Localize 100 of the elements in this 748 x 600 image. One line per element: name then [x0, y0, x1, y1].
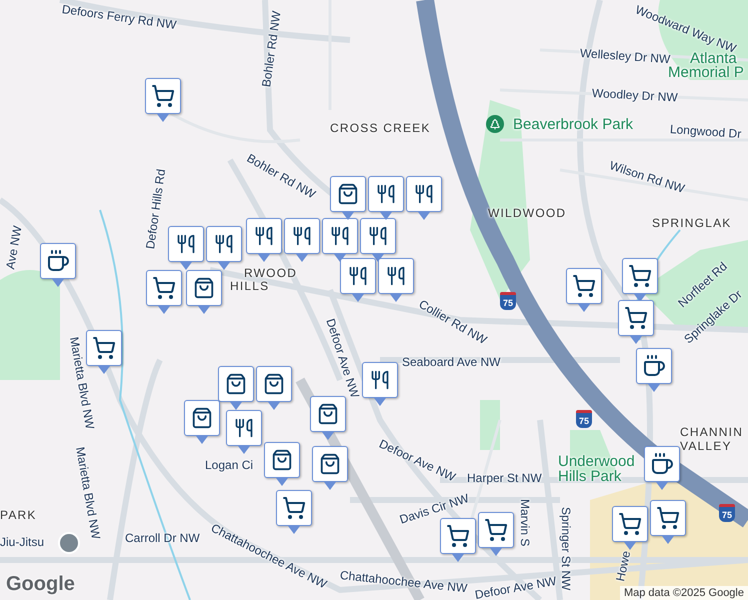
- cart-marker[interactable]: [145, 78, 181, 122]
- shopping-bag-icon: [225, 372, 247, 396]
- neighborhood-label: CHANNIN: [680, 425, 744, 439]
- cup-icon: [650, 452, 674, 476]
- shopping-bag-marker[interactable]: [264, 442, 300, 486]
- fork-knife-marker[interactable]: [246, 218, 282, 262]
- fork-knife-marker[interactable]: [206, 226, 242, 270]
- cart-marker[interactable]: [146, 270, 182, 314]
- cart-marker[interactable]: [440, 518, 476, 562]
- fork-knife-icon: [376, 183, 396, 205]
- shopping-bag-marker[interactable]: [184, 400, 220, 444]
- fork-knife-marker[interactable]: [406, 176, 442, 220]
- fork-knife-marker[interactable]: [362, 362, 398, 406]
- fork-knife-marker[interactable]: [168, 226, 204, 270]
- park-label: Hills Park: [558, 468, 622, 485]
- fork-knife-marker[interactable]: [226, 410, 262, 454]
- cart-icon: [624, 306, 648, 330]
- shopping-bag-icon: [271, 448, 293, 472]
- cart-marker[interactable]: [612, 506, 648, 550]
- fork-knife-icon: [330, 225, 350, 247]
- park-label: Beaverbrook Park: [513, 116, 634, 133]
- cup-icon: [46, 249, 70, 273]
- shopping-bag-icon: [317, 402, 339, 426]
- neighborhood-label: SPRINGLAK: [652, 216, 732, 230]
- fork-knife-icon: [370, 369, 390, 391]
- shopping-bag-icon: [337, 182, 359, 206]
- cart-icon: [151, 84, 175, 108]
- street-label: Harper St NW: [467, 471, 542, 485]
- cart-icon: [446, 524, 470, 548]
- fork-knife-icon: [254, 225, 274, 247]
- cart-icon: [484, 518, 508, 542]
- shopping-bag-marker[interactable]: [330, 176, 366, 220]
- street-label: Defoor Hills Rd: [143, 168, 168, 250]
- neighborhood-label: RWOOD: [244, 266, 298, 280]
- neighborhood-label: WILDWOOD: [488, 206, 566, 220]
- cup-icon: [642, 354, 666, 378]
- street-label: Chattahoochee Ave NW: [339, 568, 468, 596]
- cart-marker[interactable]: [650, 500, 686, 544]
- map-logo: Google: [6, 573, 75, 596]
- cart-icon: [282, 496, 306, 520]
- cart-marker[interactable]: [86, 330, 122, 374]
- street-label: Wellesley Dr NW: [580, 46, 671, 66]
- fork-knife-icon: [234, 417, 254, 439]
- cart-icon: [656, 506, 680, 530]
- street-label: Woodley Dr NW: [592, 86, 678, 104]
- shopping-bag-marker[interactable]: [310, 396, 346, 440]
- fork-knife-marker[interactable]: [284, 218, 320, 262]
- neighborhood-label: VALLEY: [680, 439, 732, 453]
- street-label: Defoors Ferry Rd NW: [61, 2, 178, 32]
- cup-marker[interactable]: [644, 446, 680, 490]
- cart-icon: [618, 512, 642, 536]
- park-label: Underwood: [558, 453, 635, 470]
- fork-knife-marker[interactable]: [340, 258, 376, 302]
- neighborhood-label: CROSS CREEK: [330, 121, 431, 135]
- shopping-bag-icon: [319, 452, 341, 476]
- street-label: Ave NW: [3, 224, 24, 270]
- neighborhood-label: PARK: [0, 508, 37, 522]
- neighborhood-label: HILLS: [230, 279, 270, 293]
- map-attribution: Map data ©2025 Google: [620, 586, 748, 600]
- street-label: Bohler Rd NW: [259, 10, 284, 88]
- street-label: Wilson Rd NW: [608, 158, 686, 196]
- cart-icon: [92, 336, 116, 360]
- street-label: Defoor Ave NW: [323, 316, 362, 400]
- shopping-bag-marker[interactable]: [256, 366, 292, 410]
- shopping-bag-marker[interactable]: [312, 446, 348, 490]
- street-label: Carroll Dr NW: [125, 531, 200, 545]
- cart-marker[interactable]: [618, 300, 654, 344]
- street-label: Marietta Blvd NW: [67, 336, 98, 430]
- highway-shield: 75: [576, 410, 592, 428]
- street-label: Logan Ci: [205, 458, 254, 472]
- fork-knife-icon: [348, 265, 368, 287]
- shopping-bag-icon: [191, 406, 213, 430]
- shopping-bag-marker[interactable]: [186, 270, 222, 314]
- cart-marker[interactable]: [622, 258, 658, 302]
- cart-icon: [152, 276, 176, 300]
- fork-knife-marker[interactable]: [322, 218, 358, 262]
- cup-marker[interactable]: [40, 243, 76, 287]
- shopping-bag-icon: [193, 276, 215, 300]
- cart-marker[interactable]: [566, 268, 602, 312]
- cart-icon: [572, 274, 596, 298]
- fork-knife-marker[interactable]: [368, 176, 404, 220]
- street-label: Seaboard Ave NW: [402, 355, 501, 369]
- fork-knife-icon: [292, 225, 312, 247]
- street-label: Longwood Dr: [670, 122, 742, 141]
- cup-marker[interactable]: [636, 348, 672, 392]
- street-label: Marvin S: [518, 499, 532, 546]
- fork-knife-icon: [414, 183, 434, 205]
- place-label: Jiu-Jitsu: [0, 535, 44, 549]
- highway-shield: 75: [500, 292, 516, 310]
- highway-shield: 75: [719, 504, 735, 522]
- fork-knife-icon: [368, 225, 388, 247]
- fork-knife-marker[interactable]: [378, 258, 414, 302]
- street-label: Defoor Ave NW: [474, 574, 558, 600]
- park-label: Memorial P: [668, 64, 744, 81]
- shopping-bag-marker[interactable]: [218, 366, 254, 410]
- fork-knife-icon: [176, 233, 196, 255]
- cart-marker[interactable]: [478, 512, 514, 556]
- street-label: Howe: [613, 550, 634, 582]
- fork-knife-marker[interactable]: [360, 218, 396, 262]
- cart-icon: [628, 264, 652, 288]
